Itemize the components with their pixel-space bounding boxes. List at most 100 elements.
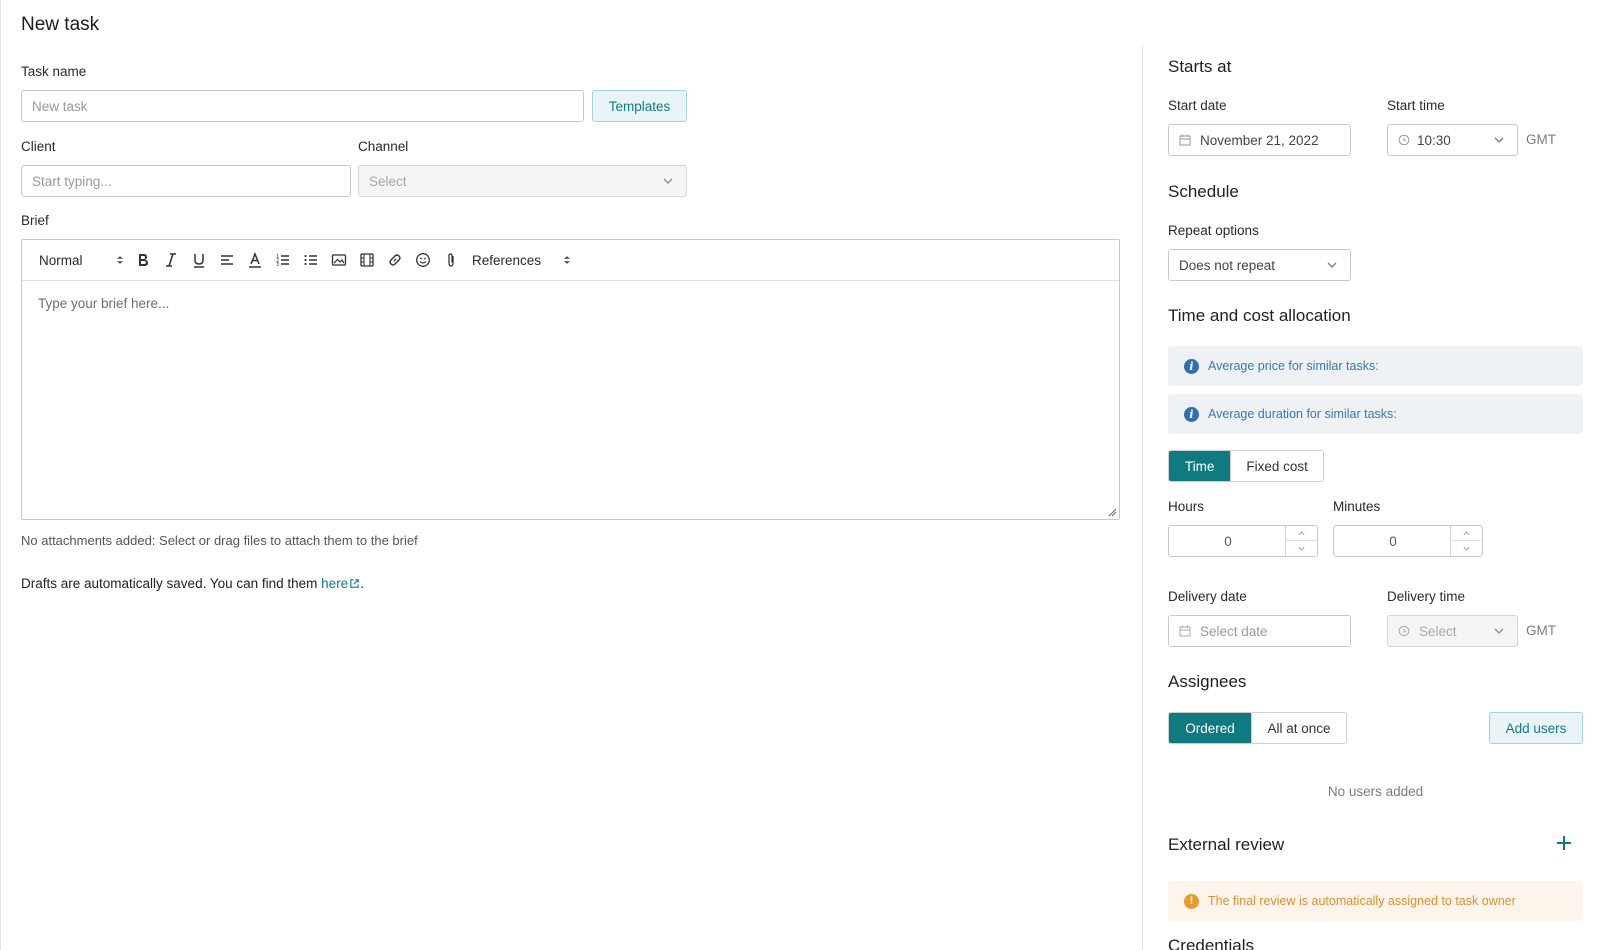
chevron-down-icon (1463, 546, 1470, 551)
panel-divider (1142, 46, 1143, 950)
minutes-value: 0 (1389, 533, 1397, 549)
image-icon[interactable] (330, 251, 348, 269)
start-date-input[interactable]: November 21, 2022 (1168, 124, 1351, 156)
channel-select[interactable]: Select (358, 165, 687, 197)
minutes-label: Minutes (1333, 499, 1381, 514)
minutes-stepper[interactable]: 0 (1333, 525, 1483, 557)
avg-price-info: i Average price for similar tasks: (1168, 346, 1583, 386)
schedule-heading: Schedule (1168, 182, 1239, 201)
allocation-heading: Time and cost allocation (1168, 306, 1351, 325)
toggle-ordered[interactable]: Ordered (1169, 713, 1252, 743)
brief-label: Brief (21, 213, 49, 228)
start-time-value: 10:30 (1417, 132, 1451, 148)
bold-icon[interactable] (134, 251, 152, 269)
chevron-down-icon (1327, 262, 1337, 268)
decrement-button[interactable] (1451, 541, 1482, 556)
start-date-value: November 21, 2022 (1200, 132, 1319, 148)
references-value: References (472, 252, 542, 268)
attachments-note: No attachments added: Select or drag fil… (21, 533, 418, 548)
start-time-select[interactable]: 10:30 (1387, 124, 1518, 156)
avg-duration-text: Average duration for similar tasks: (1208, 407, 1397, 421)
avg-duration-info: i Average duration for similar tasks: (1168, 394, 1583, 434)
left-border (0, 0, 1, 950)
warning-icon: ! (1184, 893, 1199, 909)
toggle-fixed-cost[interactable]: Fixed cost (1230, 451, 1323, 481)
task-name-label: Task name (21, 64, 87, 79)
editor-toolbar: Normal 123 References (22, 240, 1119, 281)
drafts-text: Drafts are automatically saved. You can … (21, 576, 322, 591)
toggle-all-at-once[interactable]: All at once (1251, 713, 1346, 743)
increment-button[interactable] (1286, 526, 1317, 541)
client-input[interactable]: Start typing... (21, 165, 351, 197)
hours-label: Hours (1168, 499, 1205, 514)
repeat-options-select[interactable]: Does not repeat (1168, 249, 1351, 281)
text-style-select[interactable]: Normal (39, 251, 125, 269)
brief-textarea[interactable]: Type your brief here... (38, 296, 169, 311)
channel-label: Channel (358, 139, 409, 154)
delivery-date-placeholder: Select date (1200, 623, 1268, 639)
final-review-warning: ! The final review is automatically assi… (1168, 881, 1583, 921)
chevron-down-icon (1494, 628, 1504, 634)
resize-handle-icon[interactable] (1107, 507, 1117, 517)
start-date-label: Start date (1168, 98, 1227, 113)
templates-button[interactable]: Templates (592, 90, 687, 122)
credentials-heading: Credentials (1168, 936, 1254, 950)
drafts-note: Drafts are automatically saved. You can … (21, 576, 364, 591)
start-timezone: GMT (1526, 132, 1556, 147)
page-title: New task (21, 14, 100, 35)
delivery-timezone: GMT (1526, 623, 1556, 638)
calendar-icon (1179, 134, 1191, 146)
text-style-value: Normal (39, 252, 83, 268)
add-users-button[interactable]: Add users (1489, 712, 1583, 744)
ordered-list-icon[interactable]: 123 (274, 251, 292, 269)
repeat-options-label: Repeat options (1168, 223, 1259, 238)
references-select[interactable]: References (472, 251, 572, 269)
delivery-date-label: Delivery date (1168, 589, 1247, 604)
text-color-icon[interactable] (246, 251, 264, 269)
client-label: Client (21, 139, 56, 154)
external-link-icon (350, 579, 359, 588)
increment-button[interactable] (1451, 526, 1482, 541)
allocation-type-toggle: Time Fixed cost (1168, 450, 1324, 482)
brief-editor: Normal 123 References Type your brief he… (21, 239, 1120, 520)
emoji-icon[interactable] (414, 251, 432, 269)
channel-select-value: Select (369, 173, 407, 189)
delivery-time-label: Delivery time (1387, 589, 1466, 604)
chevron-down-icon (1494, 137, 1504, 143)
underline-icon[interactable] (190, 251, 208, 269)
chevron-down-icon (1298, 546, 1305, 551)
start-time-label: Start time (1387, 98, 1445, 113)
drafts-link[interactable]: here (321, 576, 360, 591)
final-review-text: The final review is automatically assign… (1208, 894, 1516, 908)
bullet-list-icon[interactable] (302, 251, 320, 269)
delivery-date-input[interactable]: Select date (1168, 615, 1351, 647)
toggle-time[interactable]: Time (1169, 451, 1231, 481)
external-review-heading: External review (1168, 835, 1285, 854)
clock-icon (1398, 134, 1410, 146)
delivery-time-placeholder: Select (1419, 623, 1457, 639)
assignees-heading: Assignees (1168, 672, 1247, 691)
add-reviewer-plus-icon[interactable] (1555, 834, 1573, 852)
decrement-button[interactable] (1286, 541, 1317, 556)
assignees-mode-toggle: Ordered All at once (1168, 712, 1347, 744)
calendar-icon (1179, 625, 1191, 637)
attachment-icon[interactable] (442, 251, 460, 269)
drafts-suffix: . (360, 576, 364, 591)
delivery-time-select[interactable]: Select (1387, 615, 1518, 647)
info-icon: i (1184, 358, 1199, 374)
sort-arrows-icon (563, 256, 571, 264)
align-icon[interactable] (218, 251, 236, 269)
sort-arrows-icon (116, 256, 124, 264)
italic-icon[interactable] (162, 251, 180, 269)
repeat-options-value: Does not repeat (1179, 257, 1276, 273)
hours-stepper[interactable]: 0 (1168, 525, 1318, 557)
task-name-input[interactable]: New task (21, 90, 584, 122)
no-users-note: No users added (1327, 784, 1424, 799)
clock-icon (1398, 625, 1410, 637)
starts-at-heading: Starts at (1168, 57, 1232, 76)
video-icon[interactable] (358, 251, 376, 269)
svg-text:3: 3 (276, 262, 279, 268)
info-icon: i (1184, 406, 1199, 422)
hours-stepper-arrows (1285, 526, 1317, 556)
link-icon[interactable] (386, 251, 404, 269)
